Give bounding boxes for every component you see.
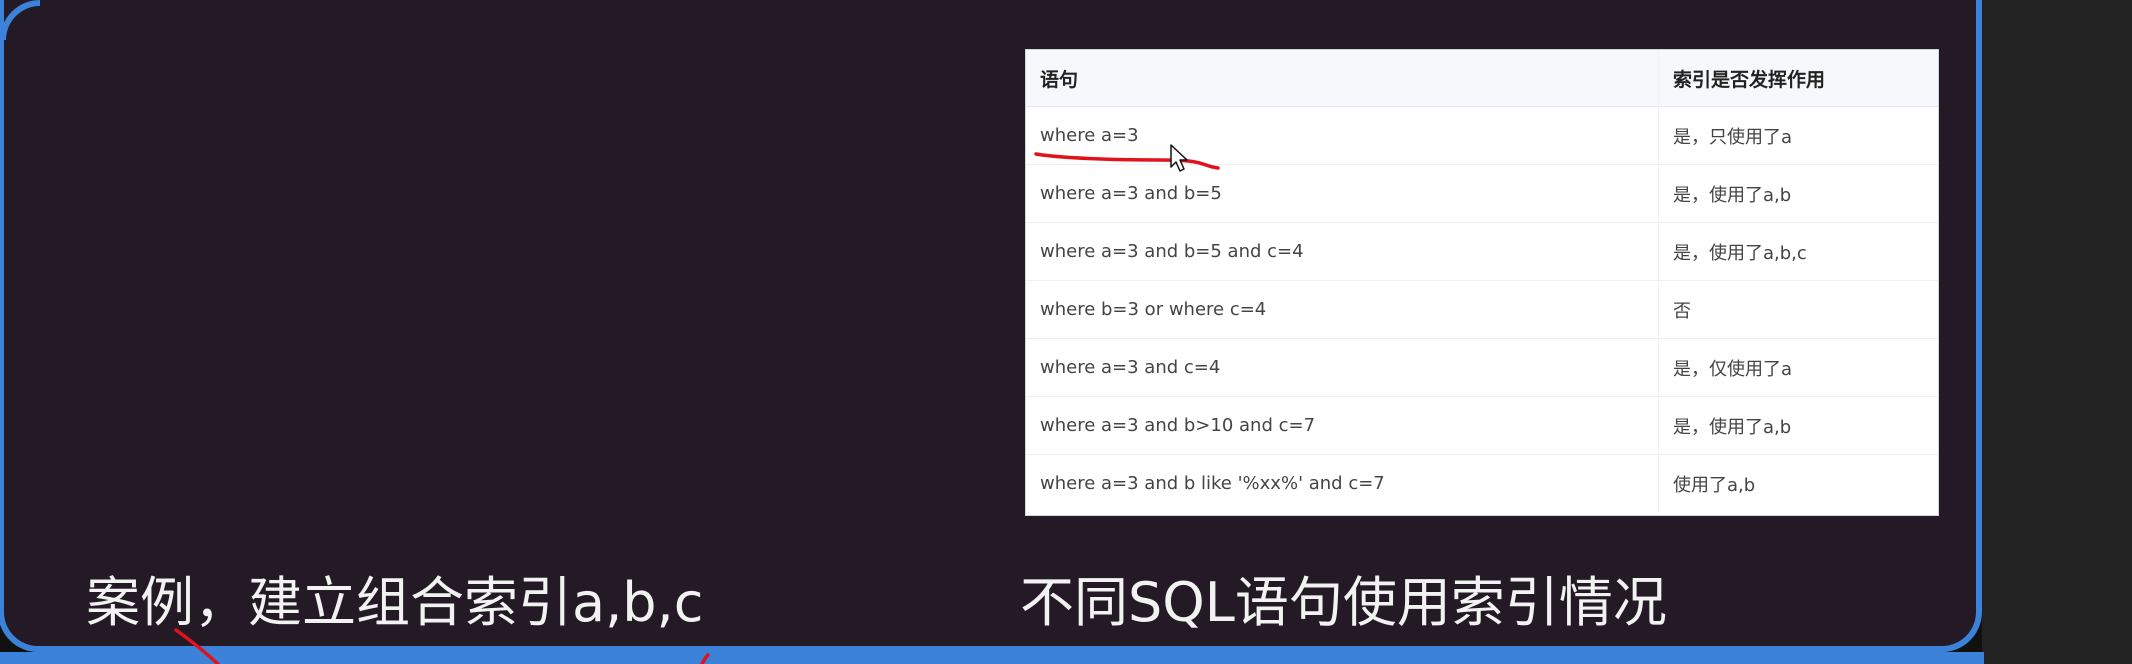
table-row: where a=3 and b>10 and c=7 是，使用了a,b [1026,396,1938,455]
statement-cell: where a=3 and b like '%xx%' and c=7 [1040,473,1385,494]
header-statement: 语句 [1026,50,1659,107]
statement-cell: where a=3 and c=4 [1026,338,1659,397]
table-row: where b=3 or where c=4 否 [1026,280,1938,339]
statement-cell: where a=3 and b=5 [1026,164,1659,223]
frame-bottom-bar [0,652,1984,664]
caption-sql-index-usage: 不同SQL语句使用索引情况 [1020,571,1667,634]
index-effect-cell: 是，使用了a,b,c [1658,222,1938,281]
index-effect-cell: 使用了a,b [1658,454,1938,512]
index-effect-cell: 是，仅使用了a [1658,338,1938,397]
header-index-effect: 索引是否发挥作用 [1658,50,1938,107]
statement-cell: where a=3 and b=5 and c=4 [1026,222,1659,281]
table-row: where a=3 and b=5 是，使用了a,b [1026,164,1938,223]
index-usage-table: 语句 索引是否发挥作用 where a=3 是，只使用了a where a=3 … [1026,50,1938,512]
index-effect-cell: 是，使用了a,b [1658,164,1938,223]
screen: 语句 索引是否发挥作用 where a=3 是，只使用了a where a=3 … [0,0,2132,664]
index-effect-cell: 否 [1658,280,1938,339]
statement-cell: where a=3 and b>10 and c=7 [1026,396,1659,455]
table-header-row: 语句 索引是否发挥作用 [1026,50,1938,107]
table-row: where a=3 and c=4 是，仅使用了a [1026,338,1938,397]
caption-composite-index: 案例，建立组合索引a,b,c [86,571,704,634]
index-usage-table-card: 语句 索引是否发挥作用 where a=3 是，只使用了a where a=3 … [1026,50,1938,515]
statement-cell: where b=3 or where c=4 [1026,280,1659,339]
index-effect-cell: 是，只使用了a [1658,106,1938,165]
table-row: where a=3 and b like '%xx%' and c=7 使用了a… [1026,454,1938,512]
table-row: where a=3 and b=5 and c=4 是，使用了a,b,c [1026,222,1938,281]
statement-cell: where a=3 [1026,106,1659,165]
right-margin [1982,0,2132,664]
index-effect-cell: 是，使用了a,b [1658,396,1938,455]
table-row: where a=3 是，只使用了a [1026,106,1938,165]
